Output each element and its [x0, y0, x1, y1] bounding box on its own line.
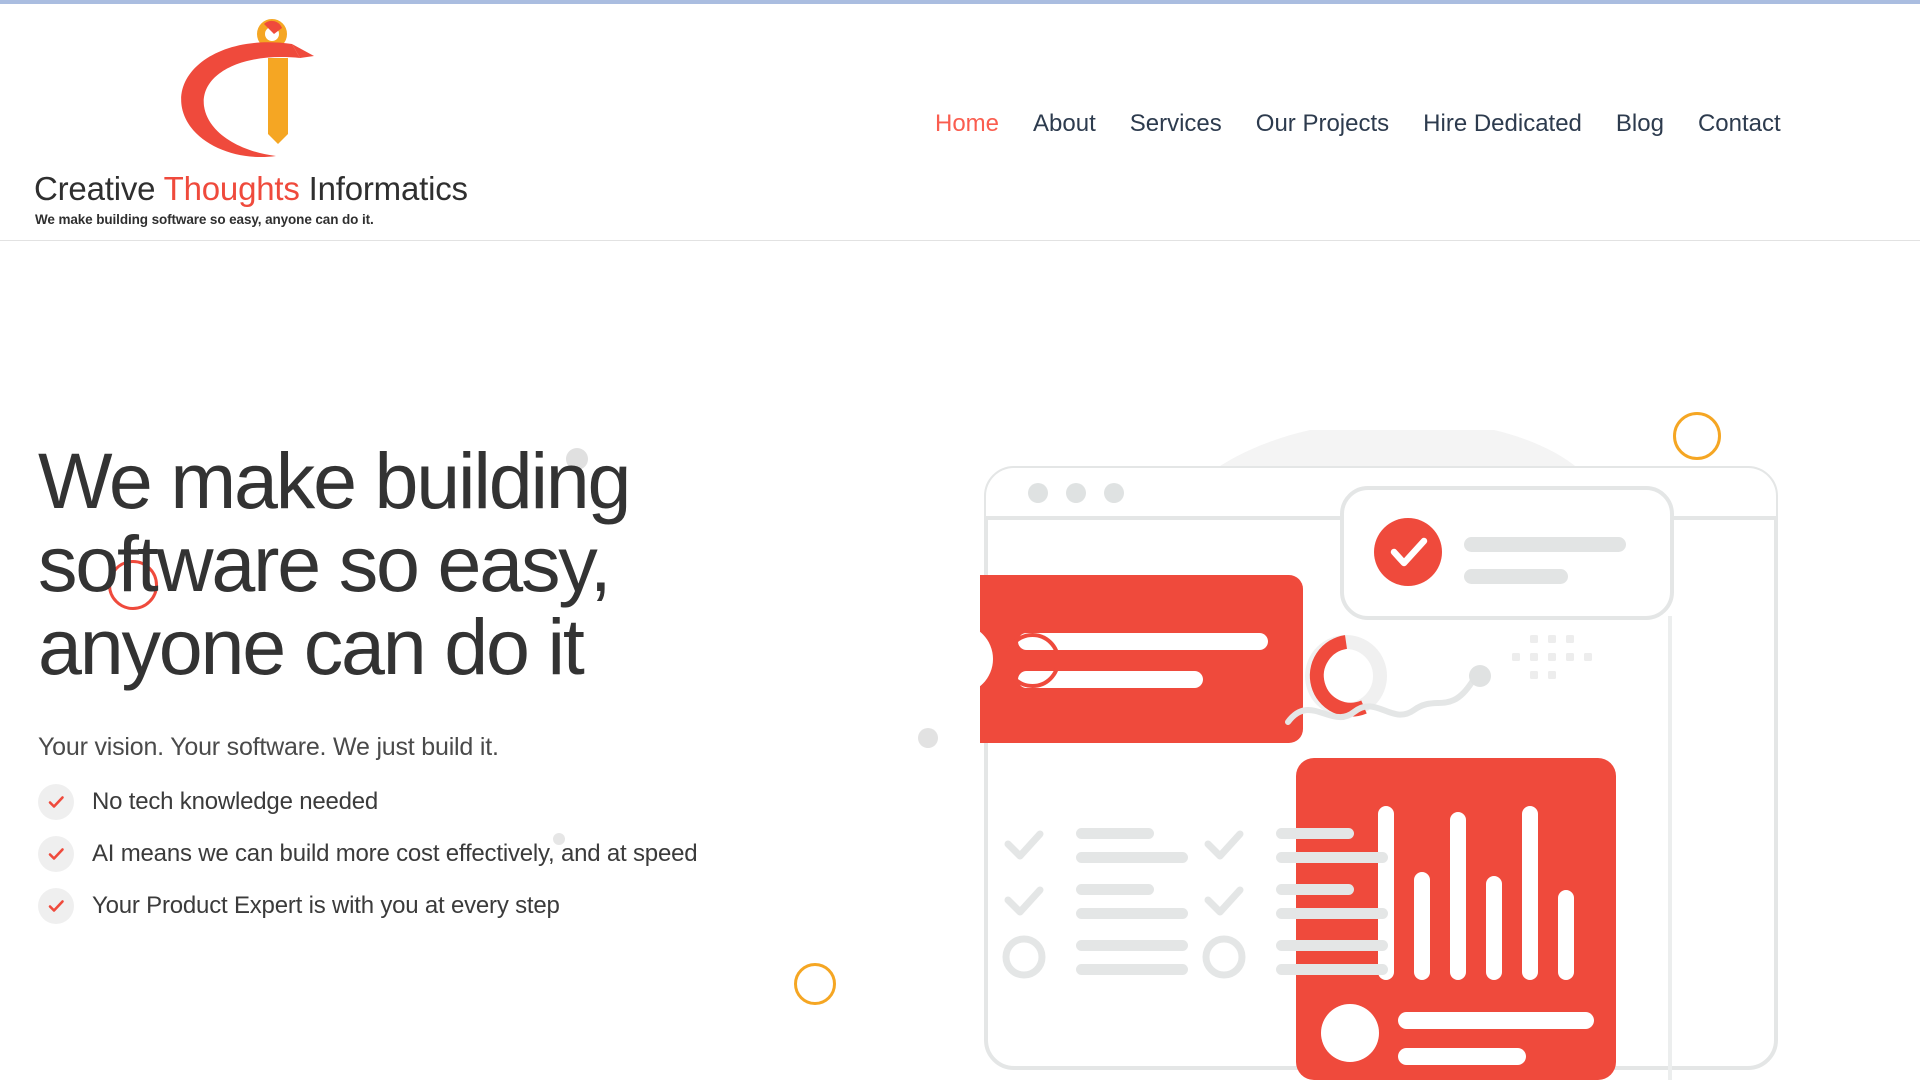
feature-label: Your Product Expert is with you at every… [92, 891, 560, 919]
approved-card [1340, 486, 1674, 620]
hero-heading-line-3: anyone can do it [38, 601, 585, 691]
main-navigation: Home About Services Our Projects Hire De… [918, 110, 1798, 138]
window-dot-1 [1028, 483, 1048, 503]
check-icon [38, 887, 74, 924]
brand-name: Creative Thoughts Informatics [34, 170, 468, 208]
nav-item-contact[interactable]: Contact [1681, 110, 1798, 138]
feature-label: No tech knowledge needed [92, 787, 379, 815]
decoration-ring-orange-bottom [794, 963, 836, 1005]
brand-name-part2: Informatics [308, 170, 468, 207]
nav-item-hire-dedicated[interactable]: Hire Dedicated [1406, 110, 1599, 138]
list-item: Your Product Expert is with you at every… [38, 887, 898, 924]
dashboard-illustration [980, 430, 1920, 1080]
hero-subheading: Your vision. Your software. We just buil… [38, 732, 499, 761]
brand-name-part1: Creative [34, 170, 156, 207]
nav-item-blog[interactable]: Blog [1599, 110, 1681, 138]
list-item: No tech knowledge needed [38, 783, 898, 820]
nav-item-about[interactable]: About [1016, 110, 1113, 138]
brand-block[interactable]: Creative Thoughts Informatics We make bu… [34, 12, 504, 227]
nav-item-our-projects[interactable]: Our Projects [1239, 110, 1406, 138]
page-title: We make building software so easy, anyon… [38, 436, 898, 691]
list-item: AI means we can build more cost effectiv… [38, 835, 898, 872]
hero-feature-list: No tech knowledge needed AI means we can… [38, 783, 898, 924]
check-icon [38, 783, 74, 820]
decoration-dot-gray-medium [918, 728, 938, 748]
window-dot-2 [1066, 483, 1086, 503]
hero-heading-line-2: software so easy, [38, 518, 612, 608]
ci-monogram-logo-icon [181, 19, 314, 158]
decoration-ring-red-illustration [1005, 633, 1060, 688]
brand-name-highlight: Thoughts [163, 170, 300, 207]
feature-label: AI means we can build more cost effectiv… [92, 839, 698, 867]
page-root: Creative Thoughts Informatics We make bu… [0, 0, 1920, 1080]
check-icon [38, 835, 74, 872]
hero-content: We make building software so easy, anyon… [38, 436, 898, 940]
check-circle-icon [1374, 518, 1442, 586]
logo-mark [34, 12, 504, 172]
nav-item-services[interactable]: Services [1113, 110, 1239, 138]
circle-avatar [1321, 1004, 1379, 1062]
nav-item-home[interactable]: Home [918, 110, 1016, 138]
site-header: Creative Thoughts Informatics We make bu… [0, 4, 1920, 241]
hero-heading-line-1: We make building [38, 436, 631, 525]
window-dot-3 [1104, 483, 1124, 503]
brand-tagline: We make building software so easy, anyon… [35, 212, 374, 227]
